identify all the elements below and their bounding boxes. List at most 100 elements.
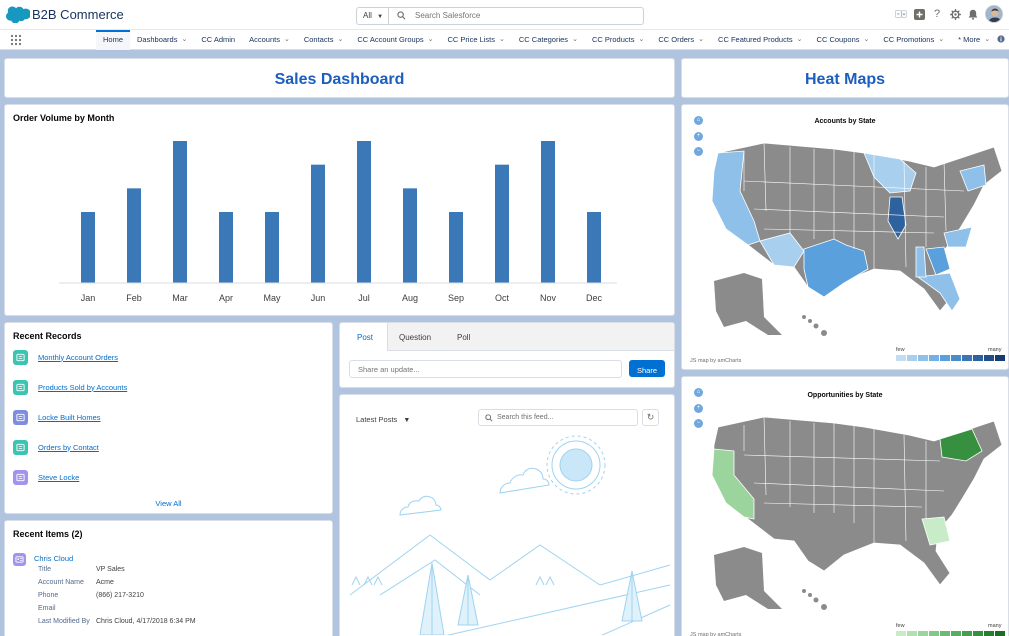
nav-tab-cc-categories[interactable]: CC Categories ⌄ [512,30,585,50]
refresh-feed-button[interactable]: ↻ [642,409,659,426]
recent-item-field-row: Email [38,605,96,612]
personalize-nav-icon[interactable] [997,35,1005,45]
nav-tab-cc-featured-products[interactable]: CC Featured Products ⌄ [711,30,810,50]
bar-jan[interactable] [81,212,95,283]
recent-record-item: Locke Built Homes [13,407,101,427]
legend-swatch [929,355,939,361]
bar-jul[interactable] [357,141,371,283]
nav-tab-cc-orders[interactable]: CC Orders ⌄ [651,30,711,50]
chevron-down-icon[interactable]: ⌄ [499,35,505,50]
nav-tab-cc-coupons[interactable]: CC Coupons ⌄ [810,30,877,50]
bar-jun[interactable] [311,164,325,283]
map-zoom-out-button[interactable]: − [694,147,703,156]
search-scope-dropdown[interactable]: All ▼ [357,8,389,24]
feed-search-box[interactable]: Search this feed... [478,409,638,426]
chevron-down-icon[interactable]: ⌄ [698,35,704,50]
field-label: Title [38,566,51,573]
legend-swatch [984,355,994,361]
nav-tab-cc-admin[interactable]: CC Admin [194,30,242,50]
salesforce-logo[interactable] [6,6,31,25]
chevron-down-icon[interactable]: ⌄ [572,35,578,50]
legend-swatch [940,355,950,361]
nav-tab-accounts[interactable]: Accounts ⌄ [242,30,297,50]
share-button[interactable]: Share [629,360,665,377]
bar-dec[interactable] [587,212,601,283]
feed-sort-dropdown[interactable]: Latest Posts ▼ [356,415,410,424]
app-launcher-icon[interactable] [10,34,22,48]
x-tick-label: Jul [358,293,370,303]
chevron-down-icon[interactable]: ⌄ [864,35,870,50]
global-header: B2B Commerce All ▼ ? [0,0,1009,30]
chevron-down-icon[interactable]: ⌄ [984,35,990,50]
chevron-down-icon[interactable]: ⌄ [337,35,343,50]
x-tick-label: Dec [586,293,603,303]
recent-record-link[interactable]: Orders by Contact [38,443,99,452]
chevron-down-icon[interactable]: ⌄ [284,35,290,50]
view-all-link[interactable]: View All [5,499,332,508]
chevron-down-icon[interactable]: ⌄ [797,35,803,50]
nav-tab-label: CC Orders [658,35,695,44]
bar-apr[interactable] [219,212,233,283]
nav-tab-home[interactable]: Home [96,30,131,50]
bar-feb[interactable] [127,188,141,283]
map-zoom-in-button[interactable]: + [694,132,703,141]
favorites-icon[interactable] [895,8,907,20]
recent-record-link[interactable]: Monthly Account Orders [38,353,118,362]
chevron-down-icon: ▼ [377,14,384,20]
opportunities-by-state-map-card: ⌂ + − Opportunities by State JS map by a… [681,376,1009,636]
user-avatar[interactable] [985,5,1003,23]
recent-record-link[interactable]: Locke Built Homes [38,413,101,422]
feed-search-placeholder: Search this feed... [497,414,554,421]
legend-swatch [907,631,917,636]
bar-aug[interactable] [403,188,417,283]
nav-tab-contacts[interactable]: Contacts ⌄ [297,30,350,50]
nav-tab-cc-products[interactable]: CC Products ⌄ [585,30,651,50]
x-tick-label: Aug [402,293,418,303]
help-icon[interactable]: ? [931,8,943,20]
recent-item-name-link[interactable]: Chris Cloud [34,554,73,563]
publisher-tabs: Post Question Poll [340,323,674,351]
search-input[interactable] [415,11,615,20]
search-scope-label: All [363,11,372,20]
legend-swatch [918,355,928,361]
x-tick-label: Apr [219,293,233,303]
map-zoom-in-button[interactable]: + [694,404,703,413]
nav-tab-label: Contacts [303,35,334,44]
recent-item-field-row: Account Name Acme [38,579,114,586]
tab-post[interactable]: Post [357,333,373,342]
nav-tab-cc-account-groups[interactable]: CC Account Groups ⌄ [350,30,440,50]
setup-gear-icon[interactable] [949,8,961,20]
bar-mar[interactable] [173,141,187,283]
account-icon [13,409,28,425]
chevron-down-icon[interactable]: ⌄ [181,35,187,50]
chevron-down-icon[interactable]: ⌄ [428,35,434,50]
bar-sep[interactable] [449,212,463,283]
notifications-bell-icon[interactable] [967,8,979,20]
nav-tab-cc-promotions[interactable]: CC Promotions ⌄ [876,30,951,50]
field-value: Chris Cloud, 4/17/2018 6:34 PM [96,618,196,625]
nav-tab-label: CC Account Groups [357,35,424,44]
chevron-down-icon[interactable]: ⌄ [638,35,644,50]
search-icon [397,11,406,22]
global-search[interactable]: All ▼ [356,7,644,25]
global-actions-icon[interactable] [913,8,925,20]
share-update-input[interactable] [349,360,622,378]
nav-tab-more[interactable]: * More ⌄ [951,30,997,50]
recent-record-item: Products Sold by Accounts [13,377,127,397]
nav-tab-dashboards[interactable]: Dashboards ⌄ [130,30,194,50]
map1-legend-few: few [896,347,905,353]
chevron-down-icon[interactable]: ⌄ [938,35,944,50]
recent-record-item: Orders by Contact [13,437,99,457]
nav-tab-cc-price-lists[interactable]: CC Price Lists ⌄ [440,30,511,50]
tab-poll[interactable]: Poll [457,333,470,342]
bar-oct[interactable] [495,164,509,283]
sales-dashboard-title: Sales Dashboard [274,71,405,88]
bar-may[interactable] [265,212,279,283]
recent-record-link[interactable]: Products Sold by Accounts [38,383,127,392]
bar-nov[interactable] [541,141,555,283]
tab-question[interactable]: Question [399,333,431,342]
recent-records-title: Recent Records [13,331,82,341]
x-tick-label: Nov [540,293,557,303]
recent-record-link[interactable]: Steve Locke [38,473,79,482]
map-zoom-out-button[interactable]: − [694,419,703,428]
